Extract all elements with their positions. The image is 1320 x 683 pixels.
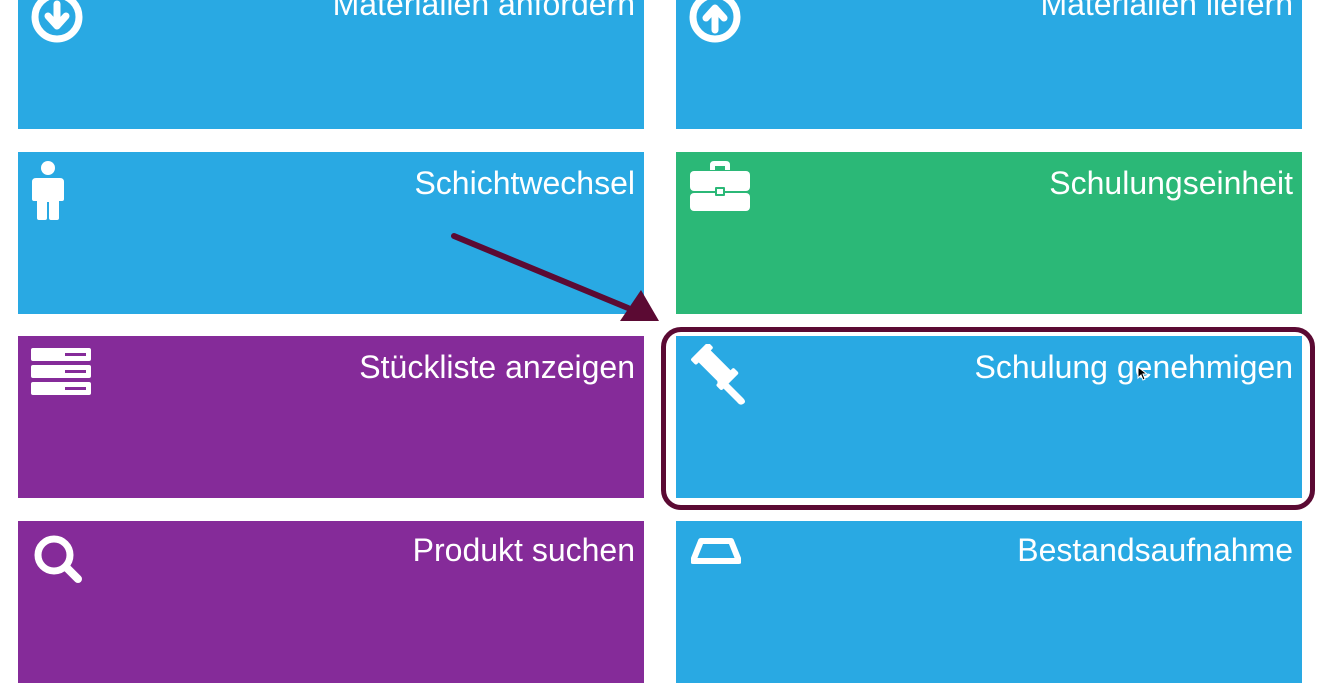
- tile-label: Materialien liefern: [1040, 0, 1293, 22]
- tile-materialien-liefern[interactable]: Materialien liefern: [676, 0, 1302, 129]
- tile-label: Schulung genehmigen: [974, 349, 1293, 385]
- tile-materialien-anfordern[interactable]: Materialien anfordern: [18, 0, 644, 129]
- tile-bestandsaufnahme[interactable]: Bestandsaufnahme: [676, 521, 1302, 683]
- tile-schichtwechsel[interactable]: Schichtwechsel: [18, 152, 644, 314]
- arrow-up-circle-icon: [688, 0, 742, 44]
- briefcase-icon: [689, 160, 751, 212]
- tile-stueckliste-anzeigen[interactable]: Stückliste anzeigen: [18, 336, 644, 498]
- tile-produkt-suchen[interactable]: Produkt suchen: [18, 521, 644, 683]
- tile-schulung-genehmigen[interactable]: Schulung genehmigen: [676, 336, 1302, 498]
- search-icon: [32, 533, 82, 583]
- tile-label: Stückliste anzeigen: [359, 349, 635, 385]
- gavel-icon: [689, 344, 751, 406]
- tile-label: Produkt suchen: [412, 532, 635, 568]
- arrow-down-circle-icon: [30, 0, 84, 44]
- tile-label: Materialien anfordern: [332, 0, 635, 22]
- server-list-icon: [31, 348, 91, 396]
- cart-icon: [691, 537, 741, 577]
- tile-schulungseinheit[interactable]: Schulungseinheit: [676, 152, 1302, 314]
- tile-label: Schichtwechsel: [414, 165, 635, 201]
- tile-label: Bestandsaufnahme: [1017, 532, 1293, 568]
- person-icon: [30, 161, 66, 221]
- tile-label: Schulungseinheit: [1049, 165, 1293, 201]
